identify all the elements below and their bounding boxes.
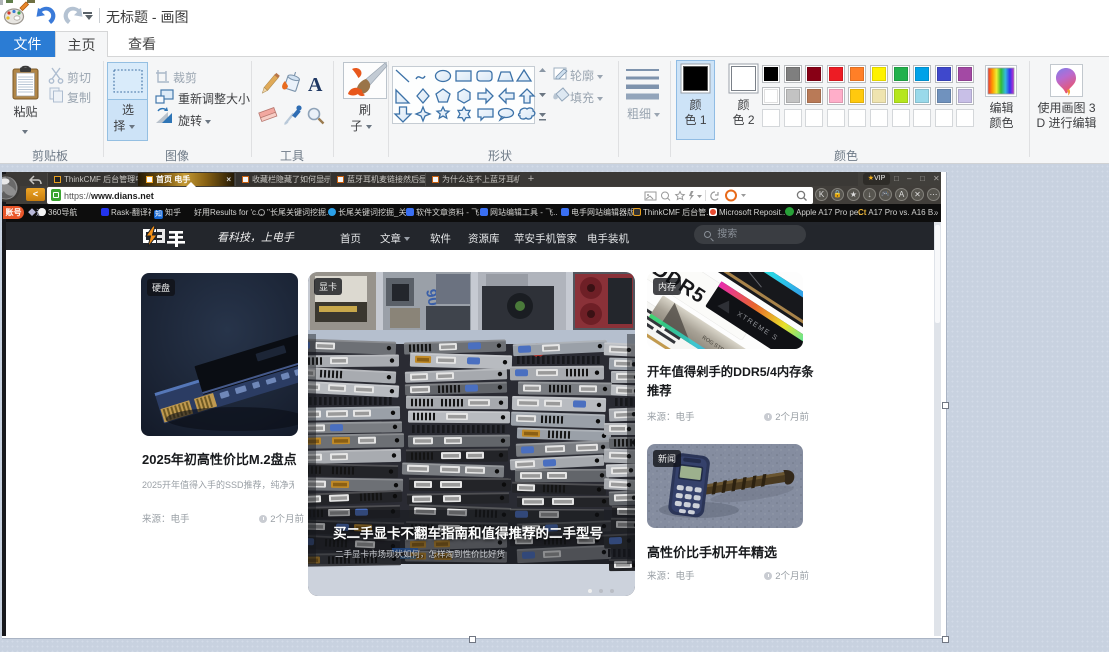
svg-text:A: A: [308, 74, 323, 96]
